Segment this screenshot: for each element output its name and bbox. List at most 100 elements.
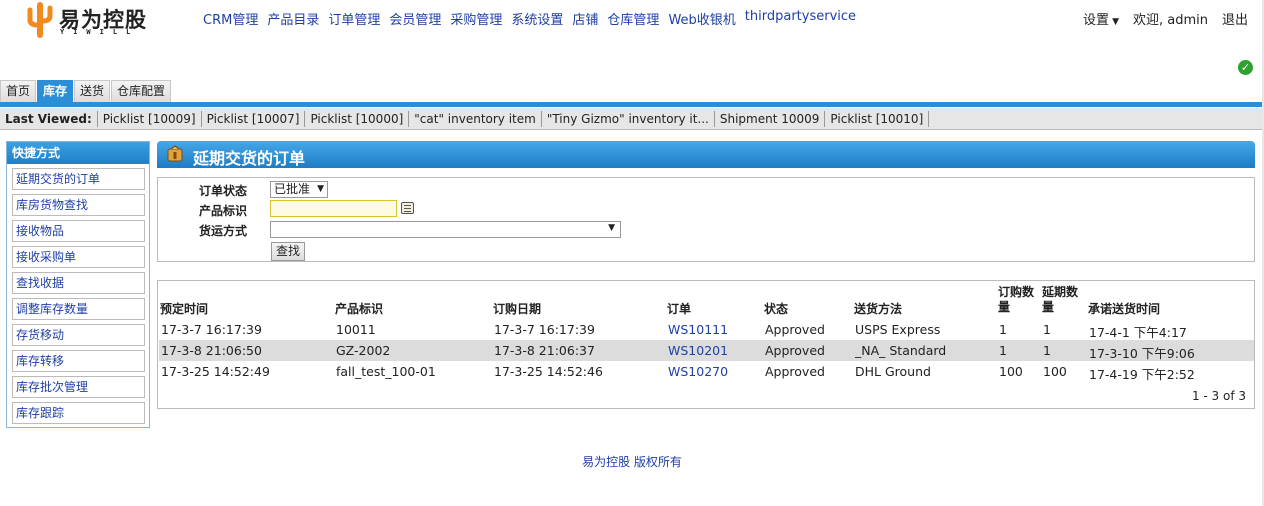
- sidebar-item-lot-management[interactable]: 库存批次管理: [12, 376, 145, 398]
- cell-product-id: 10011: [336, 322, 376, 337]
- cell-product-id: GZ-2002: [336, 343, 391, 358]
- footer-copyright[interactable]: 易为控股 版权所有: [0, 453, 1264, 470]
- sidebar-item-adjust-quantity[interactable]: 调整库存数量: [12, 298, 145, 320]
- status-ok-icon: ✓: [1238, 60, 1253, 75]
- cell-promised-time: 17-4-19 下午2:52: [1089, 367, 1195, 382]
- nav-thirdpartyservice[interactable]: thirdpartyservice: [745, 9, 856, 28]
- caret-down-icon: ▼: [1112, 17, 1119, 27]
- cell-ship-method: DHL Ground: [855, 364, 931, 379]
- nav-store[interactable]: 店铺: [572, 9, 598, 28]
- cell-backorder-qty: 100: [1043, 364, 1067, 379]
- header: 易为控股 YIWILL CRM管理 产品目录 订单管理 会员管理 采购管理 系统…: [0, 0, 1264, 40]
- cell-product-id: fall_test_100-01: [336, 364, 436, 379]
- col-header-order-qty: 订购数量: [998, 285, 1035, 314]
- cell-reserved-time: 17-3-8 21:06:50: [161, 343, 262, 358]
- cell-order-qty: 1: [999, 322, 1007, 337]
- tab-bar-divider: [0, 102, 1264, 107]
- col-header-promised-time: 承诺送货时间: [1088, 302, 1161, 316]
- cell-promised-time: 17-3-10 下午9:06: [1089, 346, 1195, 361]
- cell-status: Approved: [765, 364, 825, 379]
- sidebar-item-stock-move[interactable]: 存货移动: [12, 324, 145, 346]
- cell-ship-method: USPS Express: [855, 322, 941, 337]
- cell-order-link[interactable]: WS10201: [668, 343, 728, 358]
- nav-web-pos[interactable]: Web收银机: [668, 9, 735, 28]
- nav-crm[interactable]: CRM管理: [203, 9, 258, 28]
- backorder-table: 预定时间 产品标识 订购日期 订单 状态 送货方法 订购数量 延期数量 承诺送货…: [157, 280, 1255, 409]
- last-viewed-item[interactable]: Picklist [10000]: [304, 110, 408, 127]
- package-icon: [167, 145, 183, 162]
- last-viewed-item[interactable]: Picklist [10010]: [824, 110, 930, 127]
- col-header-reserved-time: 预定时间: [160, 302, 209, 316]
- cell-backorder-qty: 1: [1043, 343, 1051, 358]
- shipping-method-select[interactable]: ▼: [270, 221, 621, 238]
- nav-warehouse[interactable]: 仓库管理: [607, 9, 659, 28]
- last-viewed-item[interactable]: Picklist [10009]: [96, 110, 201, 127]
- sidebar-item-stock-transfer[interactable]: 库存转移: [12, 350, 145, 372]
- tab-shipping[interactable]: 送货: [74, 80, 111, 102]
- last-viewed-item[interactable]: "Tiny Gizmo" inventory it...: [540, 110, 714, 127]
- settings-menu[interactable]: 设置 ▼: [1083, 9, 1119, 28]
- sidebar-item-stock-lookup[interactable]: 库房货物查找: [12, 194, 145, 216]
- table-row: 17-3-25 14:52:49 fall_test_100-01 17-3-2…: [159, 361, 1254, 382]
- last-viewed-title: Last Viewed:: [5, 111, 92, 126]
- pagination-info: 1 - 3 of 3: [1191, 389, 1246, 403]
- welcome-text: 欢迎, admin: [1132, 13, 1208, 28]
- dropdown-arrow-icon: ▼: [317, 184, 324, 194]
- last-viewed-item[interactable]: "cat" inventory item: [408, 110, 541, 127]
- nav-catalog[interactable]: 产品目录: [267, 9, 319, 28]
- nav-orders[interactable]: 订单管理: [328, 9, 380, 28]
- cell-order-qty: 1: [999, 343, 1007, 358]
- table-row: 17-3-8 21:06:50 GZ-2002 17-3-8 21:06:37 …: [159, 340, 1254, 361]
- shipping-label: 货运方式: [199, 224, 248, 238]
- sidebar-title: 快捷方式: [7, 142, 149, 164]
- app-tabs: 首页 库存 送货 仓库配置: [0, 80, 172, 102]
- nav-members[interactable]: 会员管理: [389, 9, 441, 28]
- cell-reserved-time: 17-3-25 14:52:49: [161, 364, 270, 379]
- cell-order-link[interactable]: WS10111: [668, 322, 728, 337]
- cell-order-qty: 100: [999, 364, 1023, 379]
- cell-promised-time: 17-4-1 下午4:17: [1089, 325, 1187, 340]
- last-viewed-item[interactable]: Picklist [10007]: [200, 110, 305, 127]
- tab-home[interactable]: 首页: [0, 80, 37, 102]
- nav-settings[interactable]: 系统设置: [511, 9, 563, 28]
- status-label: 订单状态: [199, 184, 248, 198]
- cell-order-date: 17-3-8 21:06:37: [494, 343, 595, 358]
- page-title: 延期交货的订单: [193, 149, 306, 168]
- sidebar-item-find-receipts[interactable]: 查找收据: [12, 272, 145, 294]
- brand-sub: YIWILL: [60, 28, 140, 36]
- search-form: 订单状态 已批准 ▼ 产品标识 货运方式 ▼ 查找: [157, 177, 1255, 262]
- dropdown-arrow-icon: ▼: [608, 223, 615, 233]
- logo-mark-icon: [27, 2, 53, 38]
- tab-warehouse-config[interactable]: 仓库配置: [111, 80, 172, 102]
- status-select[interactable]: 已批准 ▼: [270, 181, 328, 198]
- cell-order-date: 17-3-7 16:17:39: [494, 322, 595, 337]
- col-header-backorder-qty: 延期数量: [1042, 285, 1079, 314]
- cell-status: Approved: [765, 322, 825, 337]
- last-viewed-bar: Last Viewed: Picklist [10009] Picklist […: [0, 108, 1264, 130]
- logo[interactable]: 易为控股 YIWILL: [27, 2, 172, 38]
- user-area: 设置 ▼ 欢迎, admin 退出: [1083, 9, 1248, 28]
- product-id-input[interactable]: [270, 200, 397, 217]
- search-button[interactable]: 查找: [271, 242, 305, 261]
- sidebar-item-stock-tracking[interactable]: 库存跟踪: [12, 402, 145, 424]
- col-header-product-id: 产品标识: [335, 302, 384, 316]
- shortcuts-sidebar: 快捷方式 延期交货的订单 库房货物查找 接收物品 接收采购单 查找收据 调整库存…: [6, 141, 150, 428]
- lookup-icon[interactable]: [401, 202, 414, 214]
- sidebar-item-receive-items[interactable]: 接收物品: [12, 220, 145, 242]
- cell-status: Approved: [765, 343, 825, 358]
- tab-inventory[interactable]: 库存: [37, 80, 74, 102]
- cell-order-date: 17-3-25 14:52:46: [494, 364, 603, 379]
- cell-reserved-time: 17-3-7 16:17:39: [161, 322, 262, 337]
- col-header-order-date: 订购日期: [493, 302, 542, 316]
- table-row: 17-3-7 16:17:39 10011 17-3-7 16:17:39 WS…: [159, 319, 1254, 340]
- logout-link[interactable]: 退出: [1222, 9, 1248, 28]
- sidebar-item-backorders[interactable]: 延期交货的订单: [12, 168, 145, 190]
- panel-header: 延期交货的订单: [157, 141, 1255, 168]
- col-header-order: 订单: [667, 302, 692, 316]
- cell-backorder-qty: 1: [1043, 322, 1051, 337]
- col-header-ship-method: 送货方法: [854, 302, 903, 316]
- cell-order-link[interactable]: WS10270: [668, 364, 728, 379]
- sidebar-item-receive-po[interactable]: 接收采购单: [12, 246, 145, 268]
- last-viewed-item[interactable]: Shipment 10009: [713, 110, 825, 127]
- nav-purchasing[interactable]: 采购管理: [450, 9, 502, 28]
